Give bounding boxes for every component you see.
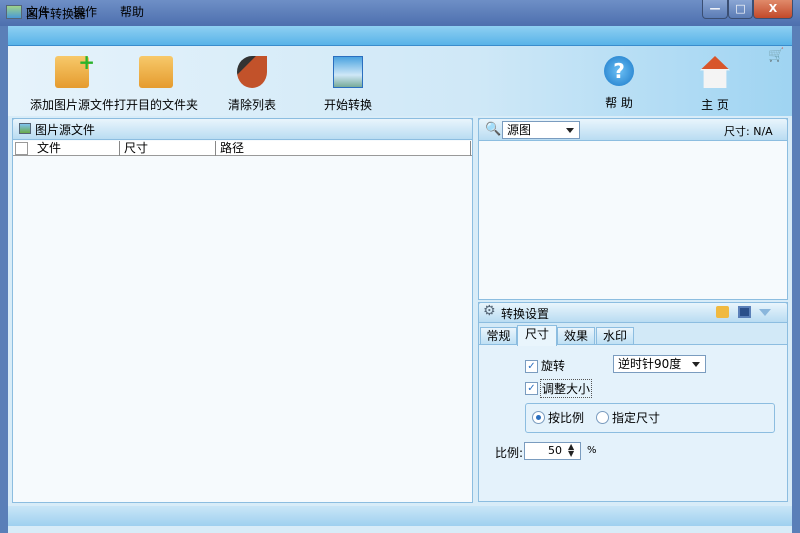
home-label: 主 页	[701, 98, 729, 112]
tab-general[interactable]: 常规	[480, 327, 517, 345]
help-label: 帮 助	[605, 96, 633, 110]
size-label: 尺寸:	[724, 125, 750, 138]
home-icon	[700, 56, 730, 88]
minimize-button[interactable]: —	[702, 0, 728, 19]
ratio-label: 比例:	[495, 446, 524, 460]
ratio-spinner[interactable]: ▲ ▼	[568, 443, 574, 458]
open-dest-button[interactable]: 打开目的文件夹	[114, 56, 198, 113]
folder-add-icon: +	[55, 50, 95, 88]
tab-size[interactable]: 尺寸	[517, 325, 557, 346]
preview-view-value: 源图	[507, 123, 532, 137]
resize-label: 调整大小	[540, 379, 593, 398]
preview-view-select[interactable]: 源图	[502, 121, 580, 139]
rotate-checkbox[interactable]: ✓	[525, 360, 538, 373]
preview-size: 尺寸: N/A	[724, 123, 773, 139]
by-ratio-label: 按比例	[548, 411, 585, 425]
gear-icon: ⚙	[483, 303, 496, 319]
chevron-down-icon	[566, 128, 574, 137]
clear-list-button[interactable]: 清除列表	[222, 56, 282, 113]
cart-icon[interactable]: 🛒	[768, 48, 784, 63]
collapse-icon[interactable]	[759, 309, 771, 322]
menu-help[interactable]: 帮助	[120, 3, 144, 20]
maximize-button[interactable]: □	[728, 0, 753, 19]
magnifier-icon: 🔍	[485, 122, 502, 137]
add-source-button[interactable]: + 添加图片源文件	[20, 50, 124, 113]
close-button[interactable]: X	[753, 0, 793, 19]
image-icon	[19, 123, 31, 134]
column-file[interactable]: 文件	[33, 141, 120, 156]
save-icon[interactable]	[738, 306, 751, 318]
select-all-checkbox[interactable]	[15, 142, 28, 155]
file-table-header: 文件 尺寸 路径	[13, 141, 472, 156]
broom-icon	[237, 56, 267, 88]
menu-bar	[8, 26, 792, 46]
rotate-select[interactable]: 逆时针90度	[613, 355, 706, 373]
tab-watermark[interactable]: 水印	[596, 327, 634, 345]
by-ratio-radio[interactable]	[532, 411, 545, 424]
menu-operation[interactable]: 操作	[73, 3, 97, 20]
by-size-label: 指定尺寸	[612, 411, 661, 425]
ratio-unit: %	[587, 445, 597, 456]
preview-panel	[478, 118, 788, 300]
menu-file[interactable]: 文件	[26, 3, 50, 20]
help-icon: ?	[604, 56, 634, 86]
rotate-label: 旋转	[541, 359, 566, 373]
status-bar	[8, 506, 792, 526]
folder-icon	[139, 56, 173, 88]
tab-effect[interactable]: 效果	[557, 327, 595, 345]
start-convert-button[interactable]: 开始转换	[318, 56, 378, 113]
open-dest-label: 打开目的文件夹	[114, 98, 199, 112]
chevron-down-icon	[692, 362, 700, 371]
column-size[interactable]: 尺寸	[120, 141, 216, 156]
settings-title: 转换设置	[501, 307, 550, 321]
home-button[interactable]: 主 页	[692, 56, 738, 113]
column-path[interactable]: 路径	[216, 141, 471, 156]
size-value: N/A	[753, 125, 773, 138]
magic-image-icon	[333, 56, 363, 88]
start-convert-label: 开始转换	[323, 98, 372, 112]
open-folder-icon[interactable]	[716, 306, 729, 318]
source-panel-title: 图片源文件	[35, 123, 96, 137]
clear-list-label: 清除列表	[227, 98, 276, 112]
by-size-radio[interactable]	[596, 411, 609, 424]
app-icon	[6, 5, 22, 19]
source-panel	[12, 118, 473, 503]
rotate-value: 逆时针90度	[618, 357, 682, 371]
help-button[interactable]: ? 帮 助	[596, 56, 642, 111]
add-source-label: 添加图片源文件	[29, 98, 114, 112]
resize-checkbox[interactable]: ✓	[525, 382, 538, 395]
